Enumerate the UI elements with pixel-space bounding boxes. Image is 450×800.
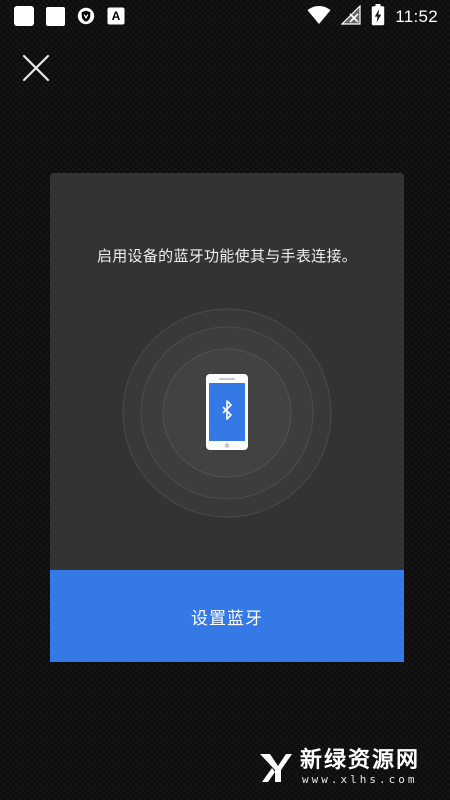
setup-bluetooth-button[interactable]: 设置蓝牙 bbox=[50, 570, 404, 662]
status-time: 11:52 bbox=[395, 7, 438, 26]
dialog-message: 启用设备的蓝牙功能使其与手表连接。 bbox=[96, 247, 358, 265]
phone-bluetooth-icon bbox=[122, 308, 332, 518]
no-sim-icon bbox=[340, 4, 361, 29]
notification-square-icon bbox=[14, 6, 34, 26]
font-app-glyph: A bbox=[112, 9, 121, 23]
watermark-title: 新绿资源网 bbox=[299, 748, 420, 773]
status-bar-notifications: A bbox=[14, 6, 125, 26]
status-bar: A 11:52 bbox=[0, 0, 450, 34]
notification-square-icon bbox=[46, 6, 65, 26]
close-button[interactable] bbox=[21, 53, 51, 83]
battery-charging-icon bbox=[371, 4, 385, 30]
shield-app-icon bbox=[77, 7, 95, 25]
close-icon bbox=[22, 54, 50, 82]
watermark-logo-icon bbox=[259, 753, 292, 782]
status-bar-system: 11:52 bbox=[307, 4, 438, 30]
wifi-icon bbox=[307, 5, 331, 29]
watermark-url: www.xlhs.com bbox=[301, 773, 418, 786]
font-app-icon: A bbox=[107, 7, 125, 25]
bluetooth-dialog: 启用设备的蓝牙功能使其与手表连接。 设置蓝牙 bbox=[50, 173, 404, 662]
watermark: 新绿资源网 www.xlhs.com bbox=[258, 749, 420, 786]
